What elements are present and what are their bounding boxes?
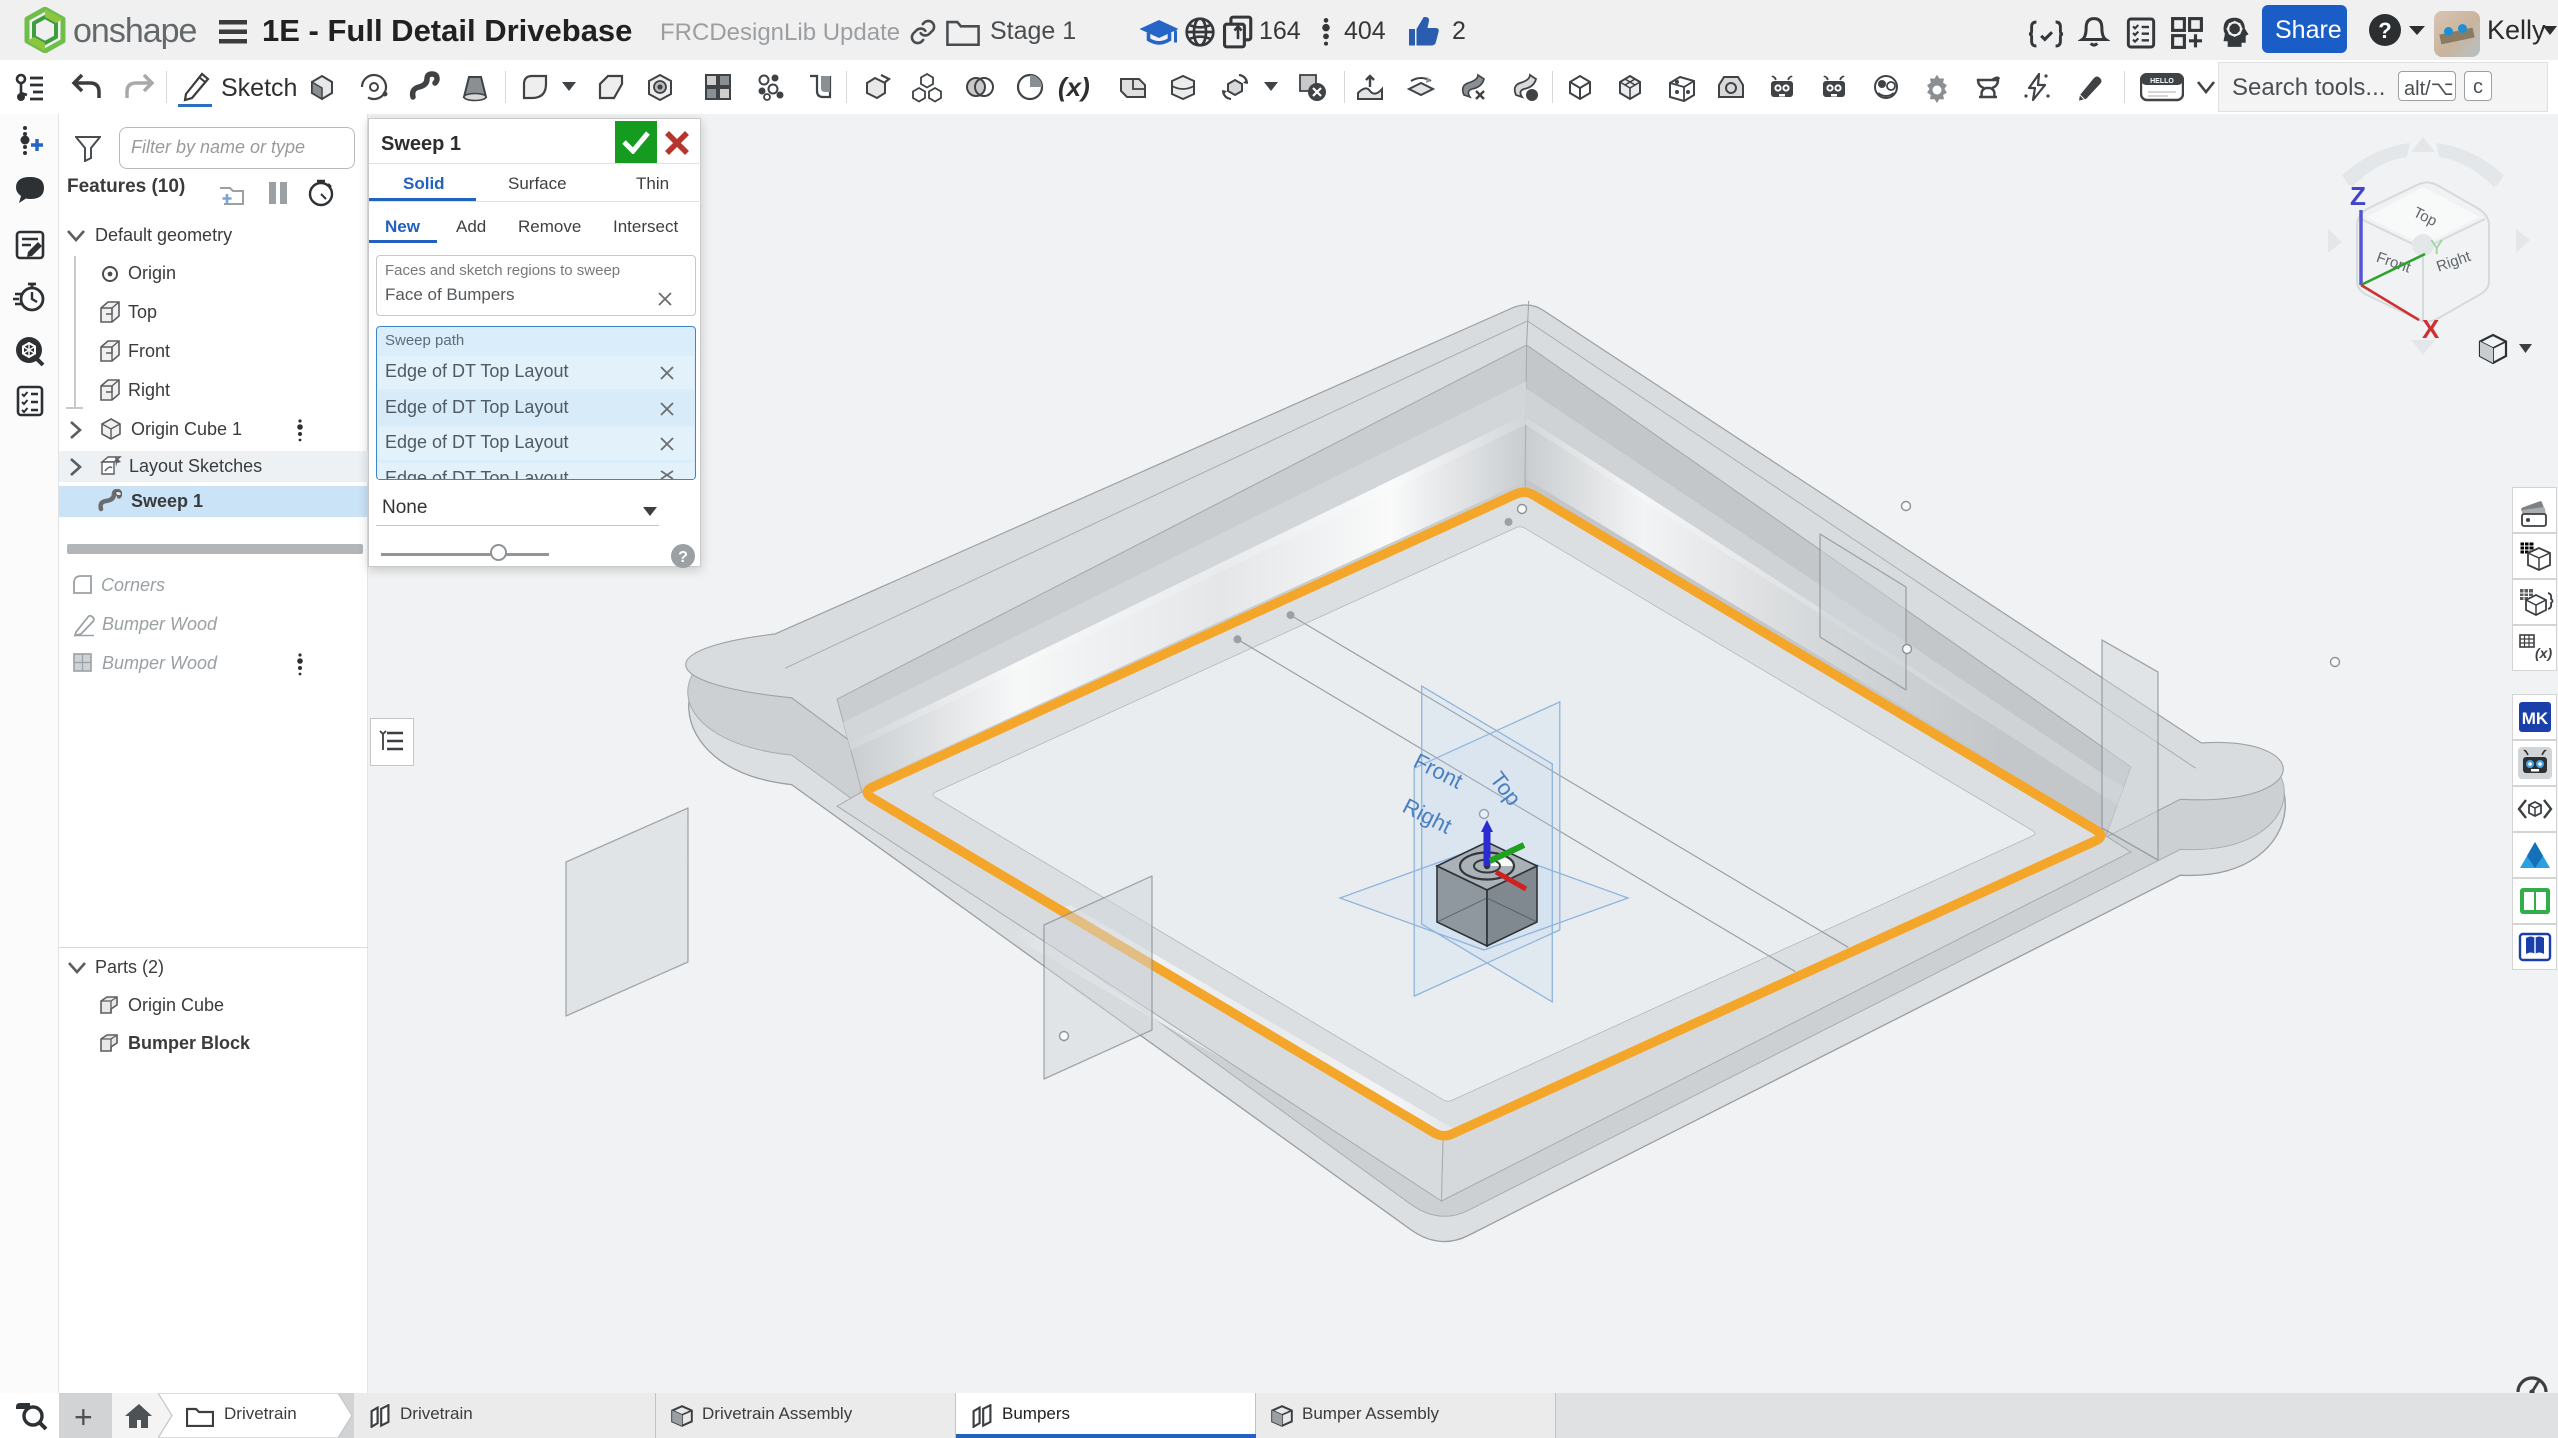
- svg-text:Z: Z: [2350, 181, 2366, 211]
- svg-text:MK: MK: [2522, 709, 2549, 728]
- svg-text:Y: Y: [2430, 237, 2443, 259]
- svg-text:X: X: [2422, 314, 2440, 344]
- svg-text:?: ?: [2378, 18, 2391, 43]
- svg-text:HELLO: HELLO: [2150, 78, 2174, 85]
- svg-text:(x): (x): [2535, 645, 2552, 661]
- svg-text:?: ?: [678, 549, 688, 566]
